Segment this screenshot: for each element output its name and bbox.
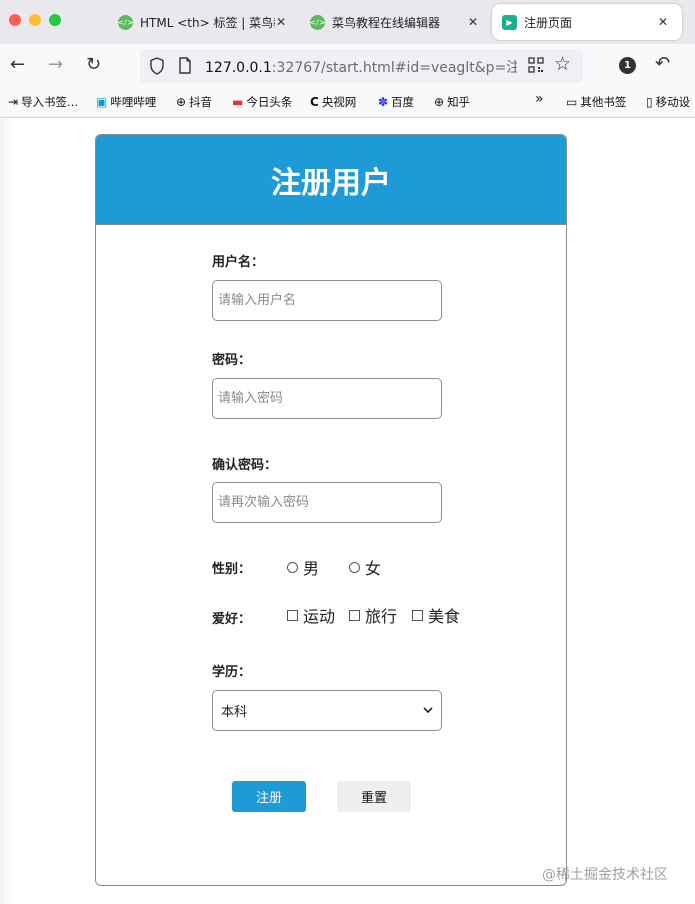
play-favicon-icon: ▶ [502, 14, 517, 30]
checkbox[interactable] [412, 609, 423, 621]
cctv-icon: C [310, 95, 319, 109]
url-host: 127.0.0.1 [205, 60, 272, 76]
gender-option-male[interactable]: 男 [287, 555, 319, 579]
bookmark-other[interactable]: ▭ 其他书签 [566, 94, 626, 110]
gender-label: 性别： [212, 562, 252, 577]
page-content: 注册用户 用户名： 密码： 确认密码： 性别： 男 女 爱好： 运动 旅行 美食… [0, 118, 695, 904]
checkbox[interactable] [287, 609, 298, 621]
toutiao-icon: ▬ [232, 95, 244, 109]
left-shadow [0, 118, 12, 904]
back-arrow-icon[interactable]: ← [10, 54, 25, 76]
form-header: 注册用户 [96, 135, 566, 225]
qr-code-icon[interactable] [528, 57, 544, 73]
username-input[interactable] [212, 280, 442, 321]
radio-button[interactable] [287, 561, 298, 573]
baidu-paw-icon: ✽ [378, 95, 389, 109]
share-icon[interactable]: ↶ [655, 53, 670, 74]
password-label: 密码： [212, 353, 252, 368]
education-selected-value: 本科 [221, 705, 248, 720]
extension-badge-icon[interactable]: 1 [619, 57, 636, 74]
globe-icon: ⊕ [434, 95, 445, 109]
tab-online-editor[interactable]: </> 菜鸟教程在线编辑器 ✕ [300, 4, 490, 40]
watermark: @稀土掘金技术社区 [542, 867, 668, 883]
form-title: 注册用户 [271, 165, 391, 201]
hobby-option-travel[interactable]: 旅行 [349, 603, 397, 627]
minimize-window-button[interactable] [29, 14, 41, 26]
register-button[interactable]: 注册 [232, 781, 306, 812]
education-select[interactable]: 本科 [212, 690, 442, 731]
close-tab-icon[interactable]: ✕ [276, 15, 286, 29]
radio-button[interactable] [349, 561, 360, 573]
bookmarks-overflow-icon[interactable]: » [535, 91, 544, 107]
hobby-option-sports[interactable]: 运动 [287, 603, 335, 627]
reload-icon[interactable]: ↻ [86, 54, 101, 76]
url-path: :32767/start.html#id=veaglt&p=注册页 [271, 60, 517, 76]
checkbox[interactable] [349, 609, 360, 621]
bookmark-mobile[interactable]: ▯ 移动设 [646, 94, 690, 110]
import-icon: ⇥ [8, 95, 19, 109]
education-label: 学历： [212, 665, 252, 680]
bookmark-toutiao[interactable]: ▬ 今日头条 [232, 94, 292, 110]
bookmark-bilibili[interactable]: ▣ 哔哩哔哩 [96, 94, 156, 110]
tab-bar: </> HTML <th> 标签 | 菜鸟教 ✕ </> 菜鸟教程在线编辑器 ✕… [0, 0, 695, 44]
forward-arrow-icon[interactable]: → [48, 54, 63, 76]
chevron-down-icon [423, 707, 433, 714]
tab-title: 注册页面 [524, 15, 573, 30]
shield-icon[interactable] [149, 57, 165, 75]
zoom-window-button[interactable] [49, 14, 61, 26]
confirm-password-label: 确认密码： [212, 458, 278, 473]
register-card: 注册用户 用户名： 密码： 确认密码： 性别： 男 女 爱好： 运动 旅行 美食… [95, 134, 567, 886]
mobile-icon: ▯ [646, 95, 653, 109]
browser-chrome: </> HTML <th> 标签 | 菜鸟教 ✕ </> 菜鸟教程在线编辑器 ✕… [0, 0, 695, 118]
url-text[interactable]: 127.0.0.1:32767/start.html#id=veaglt&p=注… [205, 57, 517, 77]
password-input[interactable] [212, 378, 442, 419]
tab-register-page[interactable]: ▶ 注册页面 ✕ [492, 4, 682, 40]
hobby-option-food[interactable]: 美食 [412, 603, 460, 627]
close-tab-icon[interactable]: ✕ [468, 15, 478, 29]
tab-title: HTML <th> 标签 | 菜鸟教 [140, 15, 275, 30]
username-label: 用户名： [212, 255, 265, 270]
globe-icon: ⊕ [176, 95, 187, 109]
folder-icon: ▭ [566, 95, 578, 109]
bookmark-cctv[interactable]: C 央视网 [310, 94, 356, 110]
close-window-button[interactable] [9, 14, 21, 26]
bookmark-douyin[interactable]: ⊕ 抖音 [176, 94, 212, 110]
runoob-favicon-icon: </> [309, 14, 326, 30]
runoob-favicon-icon: </> [117, 14, 134, 30]
hobby-label: 爱好： [212, 612, 252, 627]
page-icon[interactable] [178, 57, 192, 74]
confirm-password-input[interactable] [212, 482, 442, 523]
bookmark-zhihu[interactable]: ⊕ 知乎 [434, 94, 470, 110]
tab-title: 菜鸟教程在线编辑器 [332, 15, 441, 30]
gender-option-female[interactable]: 女 [349, 555, 381, 579]
bookmark-import[interactable]: ⇥ 导入书签... [8, 94, 78, 110]
tab-html-th[interactable]: </> HTML <th> 标签 | 菜鸟教 ✕ [108, 4, 298, 40]
close-tab-icon[interactable]: ✕ [658, 15, 668, 29]
bookmark-star-icon[interactable]: ☆ [554, 53, 571, 75]
reset-button[interactable]: 重置 [337, 781, 411, 812]
bookmarks-bar: ⇥ 导入书签... ▣ 哔哩哔哩 ⊕ 抖音 ▬ 今日头条 C 央视网 ✽ 百度 ⊕ 知乎 » … [0, 88, 695, 116]
bilibili-icon: ▣ [96, 95, 108, 109]
bookmark-baidu[interactable]: ✽ 百度 [378, 94, 414, 110]
